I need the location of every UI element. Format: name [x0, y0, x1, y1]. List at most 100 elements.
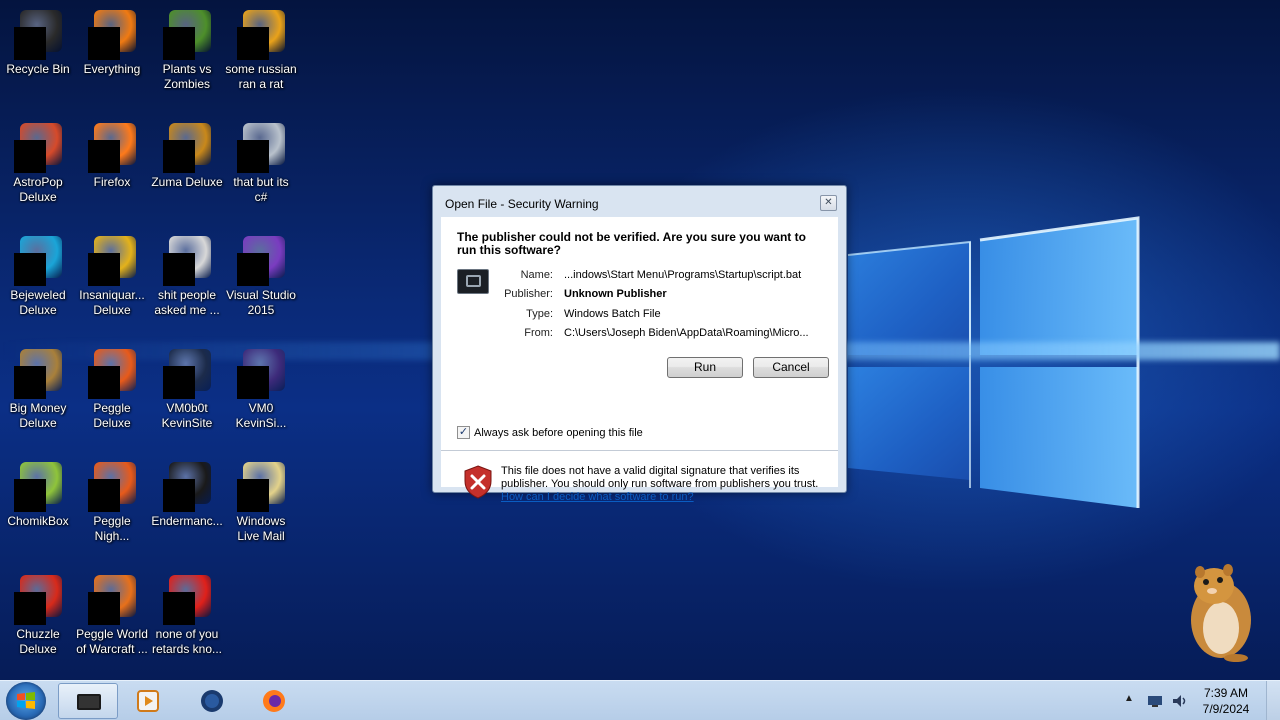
- desktop-icon[interactable]: Bejeweled Deluxe: [0, 230, 76, 340]
- cancel-button[interactable]: Cancel: [753, 357, 829, 378]
- peggle-nights-icon: [88, 462, 136, 512]
- desktop-icon[interactable]: VM0 KevinSi...: [223, 343, 299, 453]
- windows-flag-icon: [17, 692, 35, 709]
- desktop-icon-label: Peggle Deluxe: [93, 401, 131, 430]
- desktop-icon-label: none of you retards kno...: [151, 627, 223, 656]
- desktop-icon[interactable]: VM0b0t KevinSite: [149, 343, 225, 453]
- desktop-icon[interactable]: Big Money Deluxe: [0, 343, 76, 453]
- app-icon: [163, 575, 211, 625]
- desktop-icon-label: AstroPop Deluxe: [13, 175, 63, 204]
- desktop-icon[interactable]: Recycle Bin: [0, 4, 76, 114]
- peggle-wow-icon: [88, 575, 136, 625]
- desktop-icon[interactable]: Firefox: [74, 117, 150, 227]
- zuma-icon: [163, 123, 211, 173]
- desktop-icon-label: that but its c#: [233, 175, 289, 204]
- astropop-icon: [14, 123, 62, 173]
- dialog-title: Open File - Security Warning: [445, 197, 599, 211]
- recycle-bin-icon: [14, 10, 62, 60]
- property-value: C:\Users\Joseph Biden\AppData\Roaming\Mi…: [564, 327, 809, 339]
- desktop-icon[interactable]: some russian ran a rat: [223, 4, 299, 114]
- warning-message: This file does not have a valid digital …: [501, 465, 819, 490]
- desktop-icon-label: Endermanc...: [151, 514, 223, 528]
- desktop-icon-label: Zuma Deluxe: [151, 175, 223, 189]
- desktop-icon[interactable]: none of you retards kno...: [149, 569, 225, 679]
- shield-warning-icon: [464, 465, 492, 499]
- desktop-icon-label: Peggle Nigh...: [93, 514, 131, 543]
- desktop-icon[interactable]: Zuma Deluxe: [149, 117, 225, 227]
- peggle-icon: [88, 349, 136, 399]
- desktop-icon[interactable]: Plants vs Zombies: [149, 4, 225, 114]
- desktop-icon[interactable]: Windows Live Mail: [223, 456, 299, 566]
- file-stack-icon: [237, 123, 285, 173]
- globe-icon: [201, 690, 223, 712]
- firefox-icon: [88, 123, 136, 173]
- clock-time: 7:39 AM: [1203, 686, 1249, 700]
- start-button[interactable]: [6, 682, 46, 720]
- desktop-icon[interactable]: ChomikBox: [0, 456, 76, 566]
- clock[interactable]: 7:39 AM 7/9/2024: [1196, 685, 1256, 717]
- taskbar-media-player[interactable]: [118, 683, 178, 719]
- always-ask-row[interactable]: ✓ Always ask before opening this file: [457, 426, 643, 439]
- console-icon: [163, 462, 211, 512]
- property-key: Name:: [520, 269, 553, 281]
- clock-date: 7/9/2024: [1202, 702, 1250, 716]
- visual-studio-icon: [237, 236, 285, 286]
- always-ask-checkbox[interactable]: ✓: [457, 426, 470, 439]
- property-value: ...indows\Start Menu\Programs\Startup\sc…: [564, 269, 802, 281]
- desktop-icon[interactable]: AstroPop Deluxe: [0, 117, 76, 227]
- desktop-icon[interactable]: Peggle Nigh...: [74, 456, 150, 566]
- desktop-icon-label: Windows Live Mail: [236, 514, 286, 543]
- run-button[interactable]: Run: [667, 357, 743, 378]
- desktop-icon[interactable]: Endermanc...: [149, 456, 225, 566]
- tray-expand-icon[interactable]: ▲: [1124, 693, 1134, 704]
- taskbar-network-app[interactable]: [182, 683, 242, 719]
- taskbar-firefox[interactable]: [244, 683, 304, 719]
- desktop-icon-label: Plants vs Zombies: [162, 62, 212, 91]
- desktop-icon-label: Chuzzle Deluxe: [16, 627, 60, 656]
- desktop-icon[interactable]: Insaniquar... Deluxe: [74, 230, 150, 340]
- desktop-icon[interactable]: Peggle Deluxe: [74, 343, 150, 453]
- help-link[interactable]: How can I decide what software to run?: [501, 491, 694, 503]
- desktop-icon[interactable]: Visual Studio 2015: [223, 230, 299, 340]
- close-icon[interactable]: ✕: [820, 195, 837, 211]
- show-desktop-button[interactable]: [1266, 681, 1280, 720]
- desktop-icon-label: Recycle Bin: [6, 62, 70, 76]
- mail-icon: [237, 462, 285, 512]
- dialog-body: The publisher could not be verified. Are…: [441, 217, 838, 503]
- desktop-icon-label: Visual Studio 2015: [226, 288, 296, 317]
- desktop-icon[interactable]: Chuzzle Deluxe: [0, 569, 76, 679]
- desktop-icon-label: Bejeweled Deluxe: [10, 288, 66, 317]
- volume-icon[interactable]: [1170, 692, 1188, 710]
- plants-vs-zombies-icon: [163, 10, 211, 60]
- firefox-icon: [263, 690, 285, 712]
- desktop-icon[interactable]: shit people asked me ...: [149, 230, 225, 340]
- hamster-mascot-icon[interactable]: [1176, 558, 1266, 663]
- media-player-icon: [137, 690, 159, 712]
- desktop-icon-label: ChomikBox: [7, 514, 69, 528]
- security-warning-dialog: Open File - Security Warning ✕ The publi…: [432, 185, 847, 503]
- network-icon[interactable]: [1146, 693, 1164, 709]
- property-value: Unknown Publisher: [564, 288, 667, 300]
- warning-text: This file does not have a valid digital …: [501, 465, 831, 504]
- desktop-icon[interactable]: Peggle World of Warcraft ...: [74, 569, 150, 679]
- desktop-icon-label: Firefox: [93, 175, 131, 189]
- desktop-icon-label: VM0 KevinSi...: [235, 401, 287, 430]
- chomikbox-icon: [14, 462, 62, 512]
- taskbar-app-active[interactable]: [58, 683, 118, 719]
- desktop-icon[interactable]: Everything: [74, 4, 150, 114]
- app-icon: [237, 10, 285, 60]
- warning-area: This file does not have a valid digital …: [441, 451, 838, 521]
- desktop-icon-label: some russian ran a rat: [225, 62, 297, 91]
- everything-icon: [88, 10, 136, 60]
- insaniquarium-icon: [88, 236, 136, 286]
- desktop-icon-label: Insaniquar... Deluxe: [79, 288, 145, 317]
- property-value: Windows Batch File: [564, 308, 661, 320]
- property-key: From:: [524, 327, 553, 339]
- big-money-icon: [14, 349, 62, 399]
- folder-icon: [163, 236, 211, 286]
- desktop-icon-label: shit people asked me ...: [154, 288, 220, 317]
- bejeweled-icon: [14, 236, 62, 286]
- terminal-app-icon: [77, 694, 101, 710]
- desktop-icon[interactable]: that but its c#: [223, 117, 299, 227]
- desktop-icon-label: Everything: [83, 62, 141, 76]
